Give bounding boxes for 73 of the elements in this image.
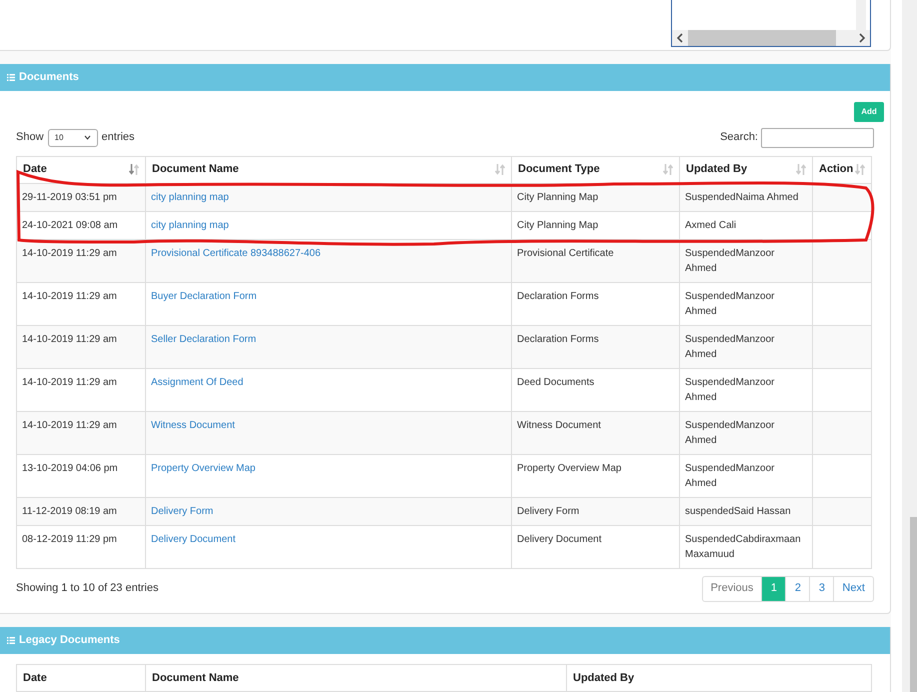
entries-select[interactable]: 10 — [48, 128, 98, 147]
page-button[interactable]: 2 — [785, 576, 810, 602]
sort-icon[interactable] — [663, 164, 673, 176]
sort-descending-icon[interactable] — [129, 164, 139, 176]
page-scrollbar[interactable] — [902, 0, 917, 692]
page-button[interactable]: 3 — [809, 576, 834, 602]
table-cell: 14-10-2019 11:29 am — [22, 376, 117, 388]
table-cell: Declaration Forms — [517, 334, 599, 345]
table-cell: 11-12-2019 08:19 am — [22, 506, 117, 517]
horizontal-scrollbar[interactable] — [672, 30, 870, 46]
document-link[interactable]: Buyer Declaration Form — [151, 290, 257, 302]
panel-title: Legacy Documents — [19, 633, 120, 648]
table-cell: suspendedSaid Hassan — [685, 506, 791, 517]
scroll-left-icon[interactable] — [676, 33, 684, 43]
table-cell: SuspendedCabdiraxmaan Maxamuud — [685, 534, 801, 560]
table-cell: 24-10-2021 09:08 am — [22, 220, 118, 231]
table-cell: 14-10-2019 11:29 am — [22, 248, 117, 259]
column-header[interactable]: Action — [812, 156, 872, 184]
table-info: Showing 1 to 10 of 23 entries — [16, 581, 158, 596]
table-cell: SuspendedManzoor Ahmed — [685, 376, 775, 403]
table-cell: City Planning Map — [517, 192, 598, 203]
document-link[interactable]: Delivery Form — [151, 506, 214, 517]
entries-label: entries — [102, 130, 135, 146]
table-cell: 14-10-2019 11:29 am — [22, 290, 117, 302]
column-header: Updated By — [566, 664, 872, 692]
table-cell: Witness Document — [517, 420, 601, 431]
column-header[interactable]: Date — [16, 156, 146, 184]
caret-icon — [84, 135, 91, 140]
table-cell: 14-10-2019 11:29 am — [22, 334, 117, 345]
table-cell: Axmed Cali — [685, 220, 736, 231]
sort-icon[interactable] — [855, 164, 865, 176]
panel-title: Documents — [19, 70, 79, 85]
table-cell: Provisional Certificate — [517, 248, 614, 259]
column-header: Document Name — [146, 664, 566, 692]
document-link[interactable]: Property Overview Map — [151, 462, 256, 474]
table-cell: SuspendedManzoor Ahmed — [685, 334, 775, 360]
table-cell: Deed Documents — [517, 376, 594, 388]
sort-icon[interactable] — [495, 164, 505, 176]
column-header[interactable]: Document Type — [512, 156, 680, 184]
table-cell: SuspendedManzoor Ahmed — [685, 420, 775, 446]
table-cell: 08-12-2019 11:29 pm — [22, 534, 117, 545]
document-link[interactable]: Seller Declaration Form — [151, 334, 256, 345]
scroll-right-icon[interactable] — [858, 33, 866, 43]
page-button[interactable]: 1 — [761, 576, 786, 602]
document-link[interactable]: city planning map — [151, 220, 229, 231]
column-header[interactable]: Updated By — [680, 156, 812, 184]
table-cell: Declaration Forms — [517, 290, 599, 302]
table-cell: City Planning Map — [517, 220, 598, 231]
table-cell: SuspendedManzoor Ahmed — [685, 248, 775, 274]
table-cell: SuspendedManzoor Ahmed — [685, 290, 775, 317]
table-cell: SuspendedNaima Ahmed — [685, 192, 798, 203]
column-header[interactable]: Document Name — [146, 156, 512, 184]
add-button[interactable]: Add — [854, 102, 884, 122]
document-link[interactable]: Delivery Document — [151, 534, 236, 545]
search-field[interactable] — [761, 128, 874, 148]
table-cell: 13-10-2019 04:06 pm — [22, 462, 118, 474]
document-link[interactable]: Witness Document — [151, 420, 235, 431]
table-cell: 14-10-2019 11:29 am — [22, 420, 117, 431]
table-cell: Property Overview Map — [517, 462, 622, 474]
document-link[interactable]: city planning map — [151, 192, 229, 203]
table-cell: Delivery Document — [517, 534, 602, 545]
pagination-nav-button[interactable]: Next — [833, 576, 874, 602]
column-header: Date — [16, 664, 146, 692]
document-link[interactable]: Assignment Of Deed — [151, 376, 244, 388]
list-icon — [7, 74, 15, 81]
table-cell: Delivery Form — [517, 506, 580, 517]
sort-icon[interactable] — [796, 164, 806, 176]
document-link[interactable]: Provisional Certificate 893488627-406 — [151, 248, 321, 259]
table-cell: 29-11-2019 03:51 pm — [22, 192, 117, 203]
table-cell: SuspendedManzoor Ahmed — [685, 462, 775, 489]
show-label: Show — [16, 130, 44, 146]
list-icon — [7, 637, 15, 644]
search-label: Search: — [720, 130, 758, 146]
